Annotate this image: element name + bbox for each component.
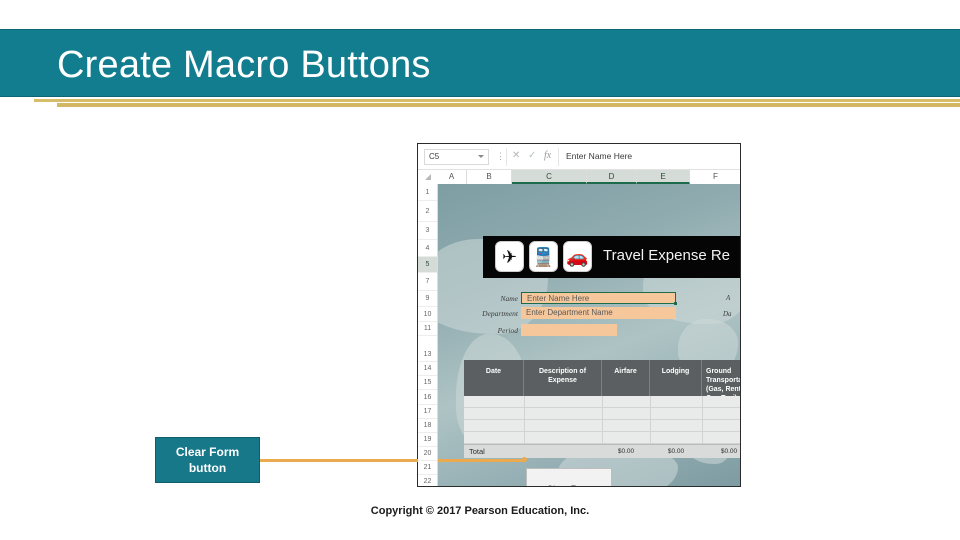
row-header-19[interactable]: 19 xyxy=(418,433,437,447)
table-row[interactable] xyxy=(464,396,740,408)
name-box[interactable]: C5 xyxy=(424,149,489,165)
plane-icon: ✈ xyxy=(495,241,524,272)
row-header-2[interactable]: 2 xyxy=(418,201,437,222)
car-icon: 🚗 xyxy=(563,241,592,272)
th-description: Description of Expense xyxy=(524,360,602,396)
column-header-b[interactable]: B xyxy=(467,170,512,184)
total-label: Total xyxy=(469,447,485,456)
cancel-icon[interactable]: ✕ xyxy=(512,150,520,161)
right-label-first: A xyxy=(726,294,731,302)
right-label-second: Da xyxy=(723,310,732,318)
row-header-21[interactable]: 21 xyxy=(418,461,437,475)
title-divider-inner xyxy=(57,103,960,107)
label-name: Name xyxy=(500,294,519,303)
train-glyph: 🚆 xyxy=(532,247,555,267)
th-lodging: Lodging xyxy=(650,360,702,396)
th-ground-transportation: Ground Transportation (Gas, Rental Car, … xyxy=(702,360,740,402)
column-header-c[interactable]: C xyxy=(512,170,587,184)
row-header-5[interactable]: 5 xyxy=(418,257,437,273)
chevron-down-icon[interactable] xyxy=(478,155,484,158)
worksheet-canvas: ✈ 🚆 🚗 Travel Expense Re Name Enter Name … xyxy=(438,184,740,486)
callout-line-2: button xyxy=(188,461,227,475)
expense-table-header: Date Description of Expense Airfare Lodg… xyxy=(464,360,740,402)
total-airfare: $0.00 xyxy=(617,448,635,455)
department-field[interactable]: Enter Department Name xyxy=(521,307,676,319)
banner-title: Travel Expense Re xyxy=(603,247,731,264)
th-date: Date xyxy=(464,360,524,396)
table-row[interactable] xyxy=(464,408,740,420)
fill-handle[interactable] xyxy=(674,302,677,305)
formula-bar: C5 ⋮ ✕ ✓ fx Enter Name Here xyxy=(418,144,740,170)
total-lodging: $0.00 xyxy=(667,448,685,455)
name-field-value: Enter Name Here xyxy=(527,294,590,303)
formula-separator-left xyxy=(506,148,507,166)
row-header-7[interactable]: 7 xyxy=(418,273,437,291)
title-divider-outer xyxy=(34,99,960,102)
column-header-e[interactable]: E xyxy=(637,170,690,184)
row-header-4[interactable]: 4 xyxy=(418,240,437,257)
column-header-f[interactable]: F xyxy=(690,170,740,184)
expense-table: Date Description of Expense Airfare Lodg… xyxy=(464,360,740,458)
select-all-icon xyxy=(425,174,431,180)
clear-form-button-label: Clear Form xyxy=(527,484,611,486)
row-header-17[interactable]: 17 xyxy=(418,405,437,419)
more-options-icon[interactable]: ⋮ xyxy=(496,151,505,162)
total-ground: $0.00 xyxy=(720,448,738,455)
row-header-3[interactable]: 3 xyxy=(418,222,437,240)
formula-separator-right xyxy=(558,148,559,166)
travel-expense-banner: ✈ 🚆 🚗 Travel Expense Re xyxy=(483,236,740,278)
expense-total-row: Total $0.00 $0.00 $0.00 xyxy=(464,444,740,458)
row-header-22[interactable]: 22 xyxy=(418,475,437,486)
page-title: Create Macro Buttons xyxy=(57,44,431,86)
period-field[interactable] xyxy=(521,324,617,336)
insert-function-icon[interactable]: fx xyxy=(544,150,551,161)
callout-connector-endpoint xyxy=(522,457,527,462)
formula-input[interactable]: Enter Name Here xyxy=(566,151,632,161)
column-header-d[interactable]: D xyxy=(587,170,637,184)
table-row[interactable] xyxy=(464,420,740,432)
callout-line-1: Clear Form xyxy=(175,445,240,459)
confirm-icon[interactable]: ✓ xyxy=(528,150,536,161)
column-header-a[interactable]: A xyxy=(437,170,467,184)
row-header-10[interactable]: 10 xyxy=(418,307,437,322)
callout-label: Clear Form button xyxy=(156,444,259,476)
row-header-1[interactable]: 1 xyxy=(418,184,437,201)
label-period: Period xyxy=(497,326,518,335)
row-header-15[interactable]: 15 xyxy=(418,376,437,390)
row-header-9[interactable]: 9 xyxy=(418,291,437,307)
row-header-16[interactable]: 16 xyxy=(418,390,437,405)
row-header-20[interactable]: 20 xyxy=(418,447,437,461)
callout-connector xyxy=(259,459,525,462)
th-airfare: Airfare xyxy=(602,360,650,396)
row-header-14[interactable]: 14 xyxy=(418,362,437,376)
name-box-value: C5 xyxy=(429,152,440,161)
footer-copyright: Copyright © 2017 Pearson Education, Inc. xyxy=(370,505,590,517)
department-field-value: Enter Department Name xyxy=(526,308,613,317)
train-icon: 🚆 xyxy=(529,241,558,272)
excel-screenshot: C5 ⋮ ✕ ✓ fx Enter Name Here A B C D E F … xyxy=(417,143,741,487)
name-field[interactable]: Enter Name Here xyxy=(521,292,677,305)
select-all-corner[interactable] xyxy=(418,170,438,184)
car-glyph: 🚗 xyxy=(566,247,589,267)
row-header-13[interactable]: 13 xyxy=(418,347,437,362)
clear-form-button[interactable]: Clear Form xyxy=(526,468,612,486)
row-header-11[interactable]: 11 xyxy=(418,322,437,336)
table-row[interactable] xyxy=(464,432,740,444)
row-header-18[interactable]: 18 xyxy=(418,419,437,433)
plane-glyph: ✈ xyxy=(501,247,518,267)
callout-clear-form-button: Clear Form button xyxy=(155,437,260,483)
column-header-row: A B C D E F xyxy=(418,170,740,185)
row-header-column: 1 2 3 4 5 7 9 10 11 13 14 15 16 17 18 19… xyxy=(418,184,438,486)
label-department: Department xyxy=(482,309,518,318)
